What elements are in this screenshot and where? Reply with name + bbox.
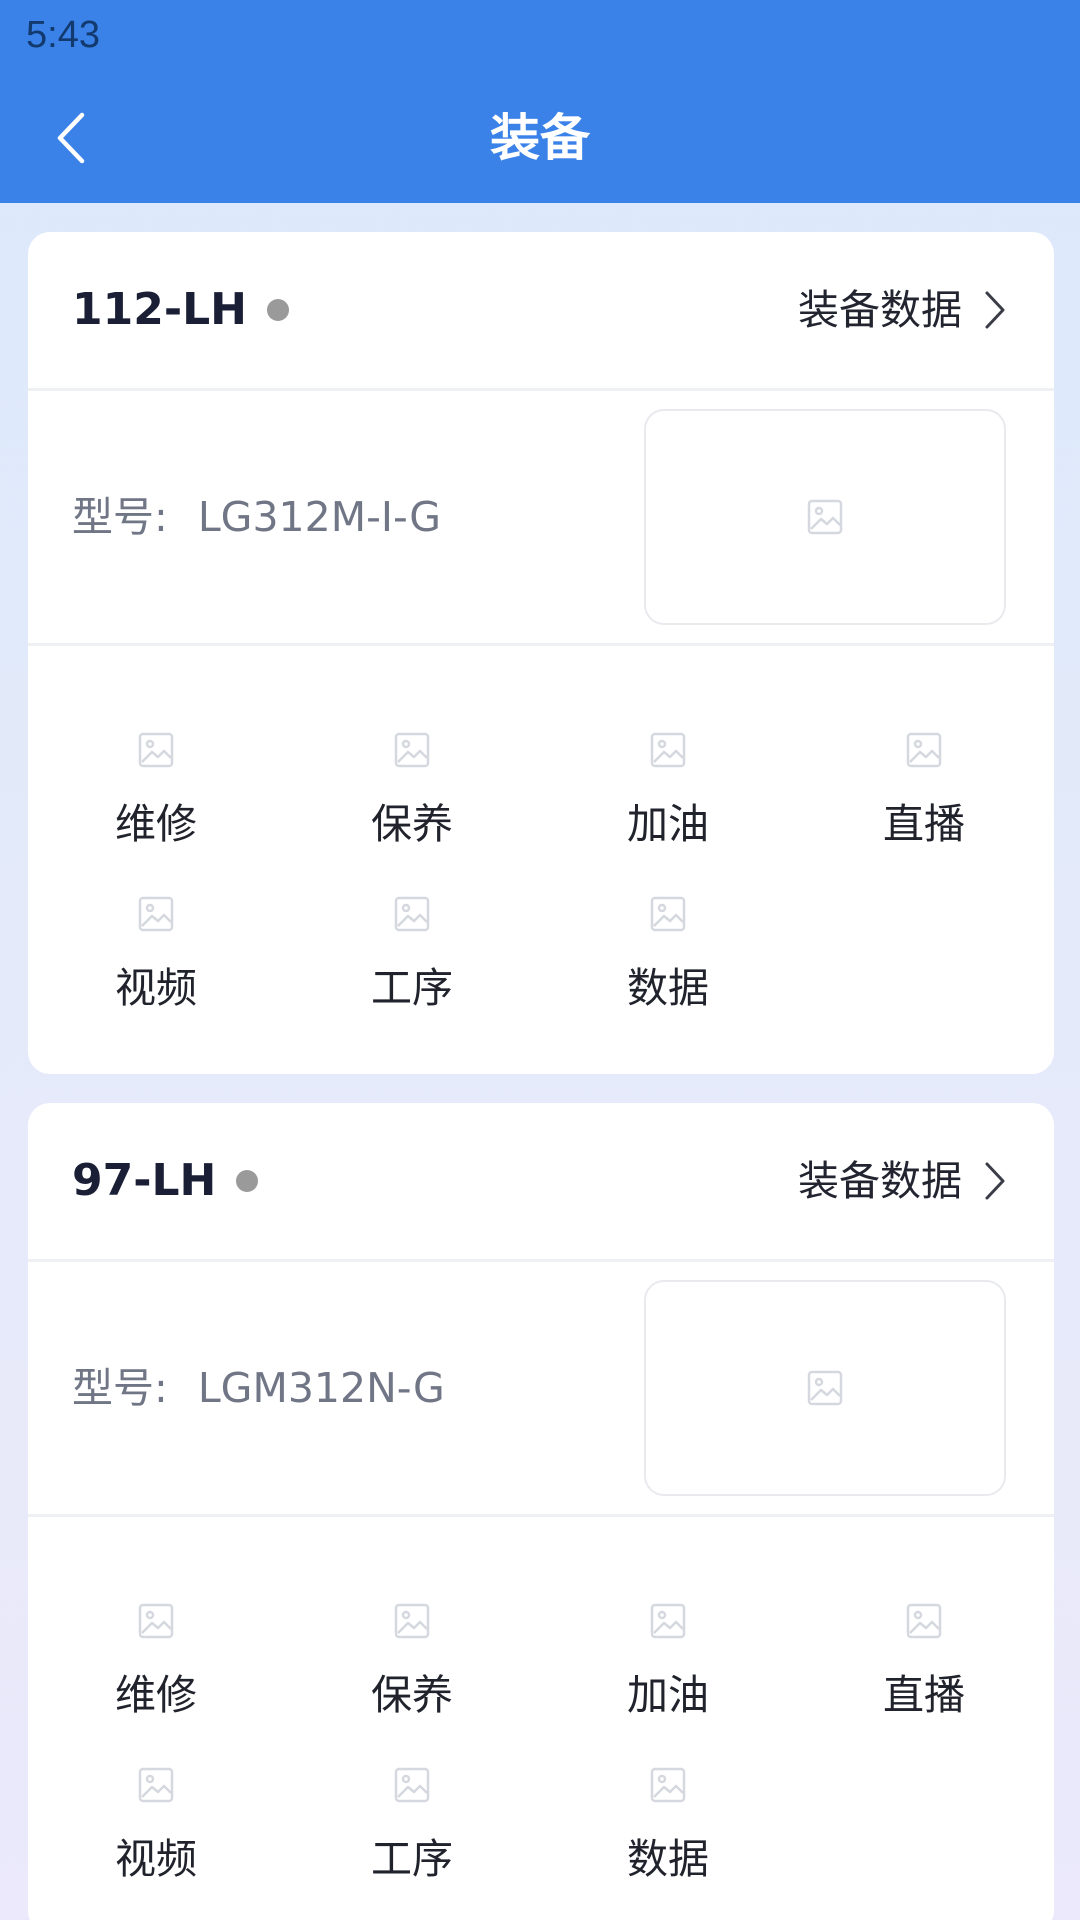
action-video[interactable]: 视频 bbox=[28, 894, 284, 1014]
equipment-name: 112-LH bbox=[72, 282, 289, 338]
action-label: 工序 bbox=[371, 964, 453, 1012]
model-value: LGM312N-G bbox=[197, 1364, 445, 1412]
action-label: 保养 bbox=[371, 1671, 453, 1719]
action-grid: 维修 保养 加油 直播 视频 工序 数据 bbox=[28, 646, 1054, 1076]
status-dot bbox=[266, 299, 289, 321]
model-row: 型号: LG312M-I-G bbox=[72, 489, 441, 545]
action-label: 数据 bbox=[627, 964, 709, 1012]
action-label: 视频 bbox=[115, 964, 197, 1012]
image-placeholder-icon bbox=[394, 894, 430, 934]
equipment-card: 97-LH 装备数据 型号: LGM312N-G 维修 保养 加油 直播 视频 … bbox=[28, 1103, 1054, 1920]
equipment-name-text: 97-LH bbox=[72, 1155, 217, 1206]
card-info: 型号: LG312M-I-G bbox=[28, 391, 1054, 646]
card-header: 112-LH 装备数据 bbox=[28, 232, 1054, 391]
image-placeholder-icon bbox=[138, 730, 174, 770]
equipment-data-link[interactable]: 装备数据 bbox=[798, 1153, 1006, 1209]
equipment-data-link[interactable]: 装备数据 bbox=[798, 282, 1006, 338]
action-repair[interactable]: 维修 bbox=[28, 1601, 284, 1721]
image-placeholder-icon bbox=[807, 1370, 843, 1406]
image-placeholder-icon bbox=[906, 730, 942, 770]
model-value: LG312M-I-G bbox=[197, 493, 442, 541]
image-placeholder-icon bbox=[906, 1601, 942, 1641]
status-dot bbox=[236, 1170, 259, 1192]
image-placeholder-icon bbox=[138, 1601, 174, 1641]
action-maintenance[interactable]: 保养 bbox=[284, 730, 540, 850]
equipment-card: 112-LH 装备数据 型号: LG312M-I-G 维修 保养 加油 直播 视… bbox=[28, 232, 1054, 1074]
model-label: 型号: bbox=[72, 1364, 168, 1412]
action-label: 加油 bbox=[627, 800, 709, 848]
card-header: 97-LH 装备数据 bbox=[28, 1103, 1054, 1262]
action-repair[interactable]: 维修 bbox=[28, 730, 284, 850]
image-placeholder-icon bbox=[650, 1765, 686, 1805]
equipment-data-link-label: 装备数据 bbox=[798, 286, 962, 334]
action-refuel[interactable]: 加油 bbox=[540, 1601, 796, 1721]
image-placeholder-icon bbox=[650, 894, 686, 934]
action-process[interactable]: 工序 bbox=[284, 894, 540, 1014]
action-label: 加油 bbox=[627, 1671, 709, 1719]
action-label: 保养 bbox=[371, 800, 453, 848]
image-placeholder-icon bbox=[138, 894, 174, 934]
action-maintenance[interactable]: 保养 bbox=[284, 1601, 540, 1721]
equipment-photo[interactable] bbox=[644, 1280, 1006, 1496]
action-live[interactable]: 直播 bbox=[796, 730, 1052, 850]
equipment-name: 97-LH bbox=[72, 1153, 259, 1209]
image-placeholder-icon bbox=[650, 1601, 686, 1641]
image-placeholder-icon bbox=[650, 730, 686, 770]
action-label: 维修 bbox=[115, 1671, 197, 1719]
action-label: 工序 bbox=[371, 1835, 453, 1883]
action-data[interactable]: 数据 bbox=[540, 1765, 796, 1885]
image-placeholder-icon bbox=[807, 499, 843, 535]
equipment-data-link-label: 装备数据 bbox=[798, 1157, 962, 1205]
action-label: 视频 bbox=[115, 1835, 197, 1883]
image-placeholder-icon bbox=[138, 1765, 174, 1805]
action-data[interactable]: 数据 bbox=[540, 894, 796, 1014]
model-label: 型号: bbox=[72, 493, 168, 541]
model-row: 型号: LGM312N-G bbox=[72, 1360, 445, 1416]
action-label: 维修 bbox=[115, 800, 197, 848]
app-header: 5:43 装备 bbox=[0, 0, 1080, 203]
chevron-right-icon bbox=[984, 290, 1006, 330]
action-label: 直播 bbox=[883, 800, 965, 848]
action-process[interactable]: 工序 bbox=[284, 1765, 540, 1885]
action-label: 数据 bbox=[627, 1835, 709, 1883]
image-placeholder-icon bbox=[394, 730, 430, 770]
action-refuel[interactable]: 加油 bbox=[540, 730, 796, 850]
chevron-right-icon bbox=[984, 1161, 1006, 1201]
equipment-photo[interactable] bbox=[644, 409, 1006, 625]
card-info: 型号: LGM312N-G bbox=[28, 1262, 1054, 1517]
equipment-name-text: 112-LH bbox=[72, 284, 247, 335]
status-bar-time: 5:43 bbox=[26, 14, 100, 56]
action-live[interactable]: 直播 bbox=[796, 1601, 1052, 1721]
image-placeholder-icon bbox=[394, 1601, 430, 1641]
action-label: 直播 bbox=[883, 1671, 965, 1719]
page-title: 装备 bbox=[490, 109, 590, 167]
image-placeholder-icon bbox=[394, 1765, 430, 1805]
action-video[interactable]: 视频 bbox=[28, 1765, 284, 1885]
action-grid: 维修 保养 加油 直播 视频 工序 数据 bbox=[28, 1517, 1054, 1920]
